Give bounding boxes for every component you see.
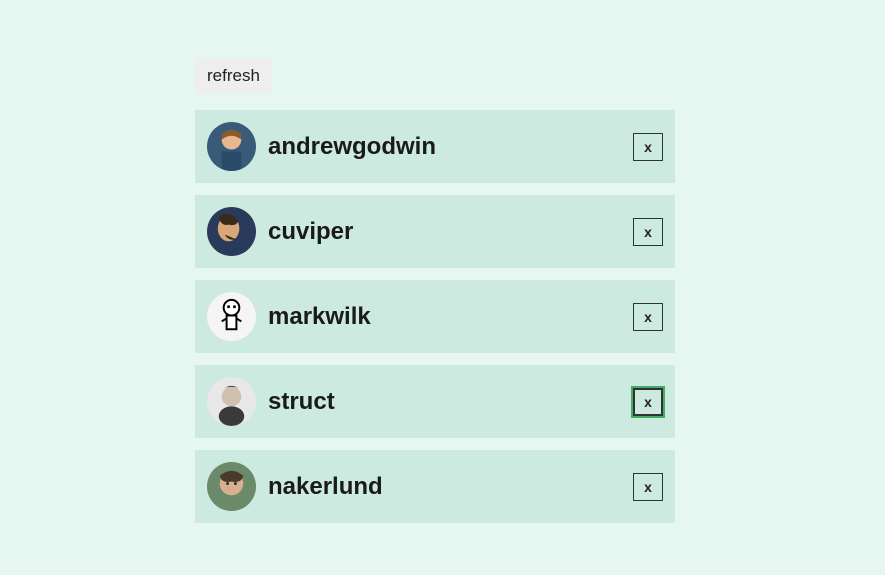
refresh-button[interactable]: refresh [195,58,272,94]
list-item: nakerlund x [195,450,675,523]
list-item: andrewgodwin x [195,110,675,183]
avatar [207,377,256,426]
close-button[interactable]: x [633,473,663,501]
list-item: markwilk x [195,280,675,353]
avatar [207,207,256,256]
username-link[interactable]: andrewgodwin [268,133,621,161]
list-item: cuviper x [195,195,675,268]
avatar [207,462,256,511]
avatar [207,292,256,341]
close-button[interactable]: x [633,218,663,246]
avatar [207,122,256,171]
close-button[interactable]: x [633,303,663,331]
username-link[interactable]: markwilk [268,303,621,331]
username-link[interactable]: struct [268,388,621,416]
close-button[interactable]: x [633,388,663,416]
username-link[interactable]: cuviper [268,218,621,246]
close-button[interactable]: x [633,133,663,161]
list-item: struct x [195,365,675,438]
username-link[interactable]: nakerlund [268,473,621,501]
user-list: andrewgodwin x cuviper x [195,110,675,523]
